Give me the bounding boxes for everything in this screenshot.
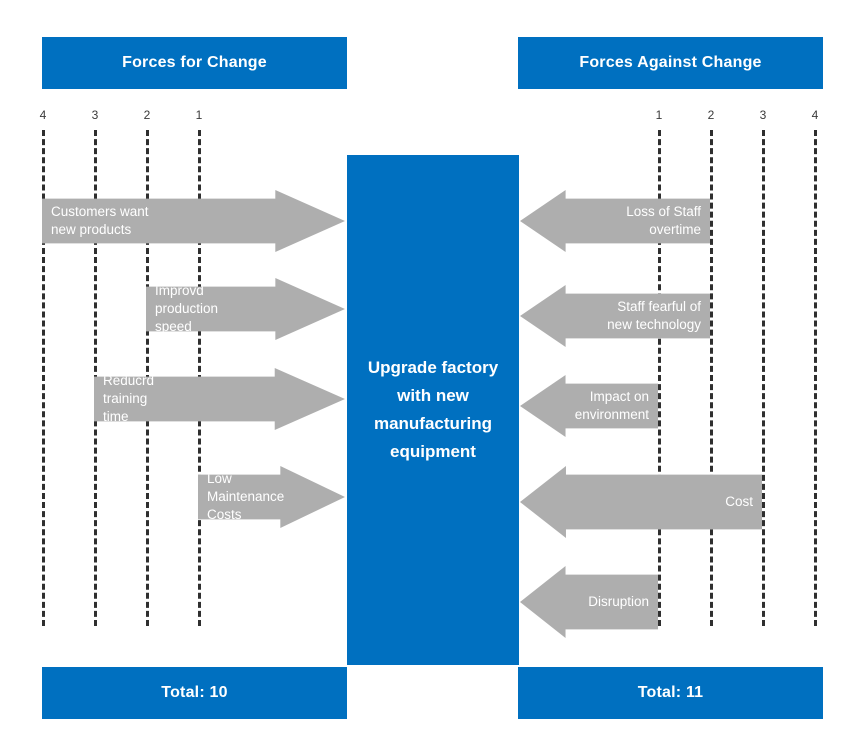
left-scale-tick-1: 1 bbox=[195, 108, 203, 122]
force-for-change-arrow-3: Reducrd training time bbox=[94, 368, 345, 430]
left-scale-tick-3: 3 bbox=[91, 108, 99, 122]
force-against-change-arrow-5-label: Disruption bbox=[588, 594, 649, 610]
force-against-change-arrow-1: Loss of Staff overtime bbox=[520, 190, 710, 252]
right-gridline-4 bbox=[814, 130, 817, 626]
force-for-change-arrow-2-label: Improvd production speed bbox=[155, 283, 219, 334]
force-against-change-arrow-1-label: Loss of Staff overtime bbox=[626, 204, 701, 237]
left-total-label: Total: 10 bbox=[161, 684, 228, 701]
force-for-change-arrow-1: Customers want new products bbox=[42, 190, 345, 252]
left-total-banner: Total: 10 bbox=[42, 667, 347, 719]
force-against-change-arrow-4-label: Cost bbox=[725, 494, 753, 510]
force-against-change-arrow-3-label: Impact on environment bbox=[574, 389, 649, 422]
forces-for-change-header-label: Forces for Change bbox=[122, 54, 267, 71]
left-scale-tick-2: 2 bbox=[143, 108, 151, 122]
right-total-label: Total: 11 bbox=[637, 684, 704, 701]
right-scale-tick-2: 2 bbox=[707, 108, 715, 122]
right-gridline-3 bbox=[762, 130, 765, 626]
force-against-change-arrow-2: Staff fearful of new technology bbox=[520, 285, 710, 347]
forces-against-change-header: Forces Against Change bbox=[518, 37, 823, 89]
forces-against-change-header-label: Forces Against Change bbox=[579, 54, 762, 71]
force-against-change-arrow-5: Disruption bbox=[520, 566, 658, 638]
right-gridline-2 bbox=[710, 130, 713, 626]
force-against-change-arrow-4: Cost bbox=[520, 466, 762, 538]
left-scale-tick-4: 4 bbox=[39, 108, 47, 122]
force-for-change-arrow-2: Improvd production speed bbox=[146, 278, 345, 340]
force-for-change-arrow-4-label: Low Maintenance Costs bbox=[207, 471, 285, 522]
right-scale-tick-3: 3 bbox=[759, 108, 767, 122]
right-total-banner: Total: 11 bbox=[518, 667, 823, 719]
central-change-box: Upgrade factory with new manufacturing e… bbox=[347, 155, 519, 665]
force-against-change-arrow-2-label: Staff fearful of new technology bbox=[607, 299, 701, 332]
central-change-label: Upgrade factory with new manufacturing e… bbox=[367, 357, 499, 462]
force-for-change-arrow-1-label: Customers want new products bbox=[51, 204, 149, 237]
forces-for-change-header: Forces for Change bbox=[42, 37, 347, 89]
force-for-change-arrow-4: Low Maintenance Costs bbox=[198, 466, 345, 528]
force-field-diagram: Forces for Change Forces Against Change … bbox=[0, 0, 864, 756]
right-scale-tick-4: 4 bbox=[811, 108, 819, 122]
right-scale-tick-1: 1 bbox=[655, 108, 663, 122]
force-against-change-arrow-3: Impact on environment bbox=[520, 375, 658, 437]
force-for-change-arrow-3-label: Reducrd training time bbox=[103, 373, 155, 424]
